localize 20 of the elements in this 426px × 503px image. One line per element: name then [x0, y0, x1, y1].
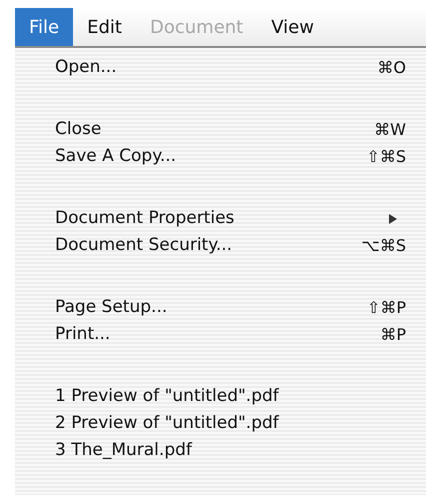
shortcut-text: ⌥⌘S	[361, 234, 406, 256]
menu-item[interactable]: Print... ⌘P	[15, 321, 426, 348]
shortcut-text: ⇧⌘S	[366, 146, 406, 168]
menu-item[interactable]: Document Security... ⌥⌘S	[15, 232, 426, 259]
shortcut-text: ⌘O	[377, 56, 406, 78]
menu-bar-item[interactable]: Edit	[73, 8, 136, 46]
shortcut-text: ⇧⌘P	[366, 296, 406, 318]
menu-item[interactable]: Save A Copy... ⇧⌘S	[15, 143, 426, 170]
menu-item[interactable]: Page Setup... ⇧⌘P	[15, 294, 426, 321]
shortcut-text: ⌘P	[380, 324, 406, 346]
menu-item[interactable]: Document Properties	[15, 205, 426, 232]
menu-item[interactable]: 1 Preview of "untitled".pdf	[15, 383, 426, 410]
menu-item[interactable]: Open... ⌘O	[15, 54, 426, 81]
menu-item[interactable]: Close ⌘W	[15, 116, 426, 143]
menu-item[interactable]: 2 Preview of "untitled".pdf	[15, 410, 426, 437]
shortcut-text: ⌘W	[374, 118, 406, 140]
menu-item[interactable]: 3 The_Mural.pdf	[15, 437, 426, 464]
menu-bar-item[interactable]: View	[257, 8, 328, 46]
submenu-arrow-icon	[388, 212, 398, 224]
menu-bar-item[interactable]: File	[15, 8, 74, 46]
